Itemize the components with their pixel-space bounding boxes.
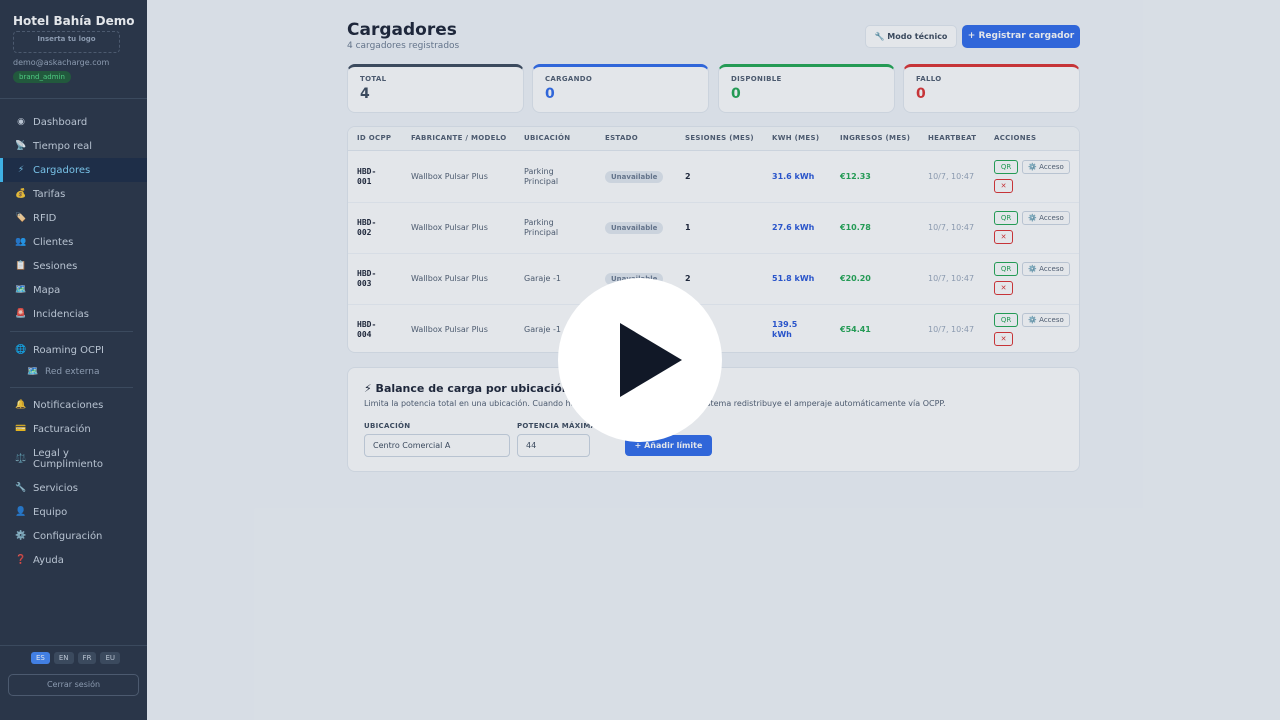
play-button[interactable] — [558, 278, 722, 442]
play-icon — [620, 323, 682, 397]
